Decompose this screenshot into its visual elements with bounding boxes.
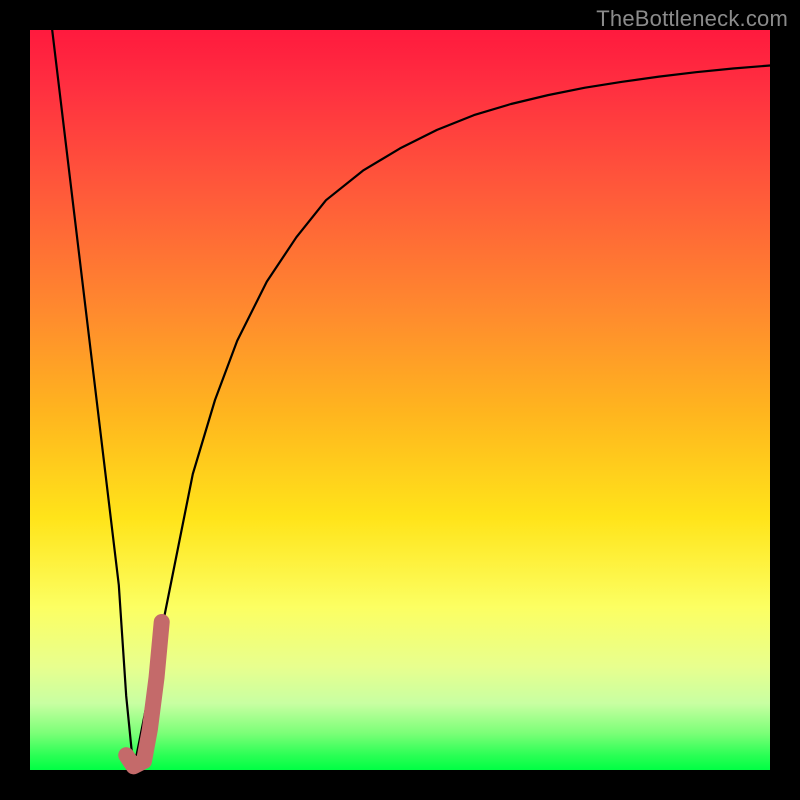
- watermark-text: TheBottleneck.com: [596, 6, 788, 32]
- chart-overlay: [30, 30, 770, 770]
- chart-frame: TheBottleneck.com: [0, 0, 800, 800]
